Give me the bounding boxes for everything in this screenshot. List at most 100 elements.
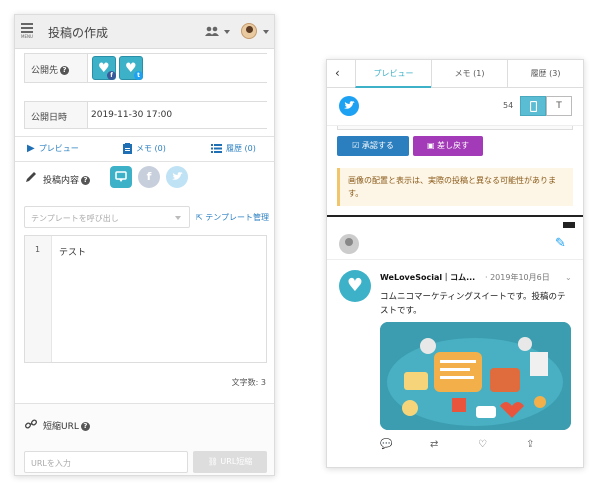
chevron-down-icon[interactable] bbox=[263, 30, 269, 34]
tab-history[interactable]: 履歴 (3) bbox=[507, 60, 583, 88]
short-url-label-wrap: 短縮URL? bbox=[43, 419, 90, 432]
clipboard-icon bbox=[123, 143, 132, 154]
tweet-text: コムニコマーケティングスイートです。投稿のテストです。 bbox=[380, 292, 566, 316]
short-url-section: 短縮URL? URLを入力 ⛓ URL短縮 bbox=[15, 403, 274, 475]
tab-history[interactable]: 履歴 (0) bbox=[211, 143, 256, 154]
share-icon: ⇪ bbox=[526, 439, 535, 450]
destination-label: 公開先 bbox=[31, 66, 59, 76]
tab-preview-label: プレビュー bbox=[38, 144, 79, 153]
approve-button[interactable]: ☑ 承認する bbox=[337, 136, 409, 156]
publish-date-label: 公開日時 bbox=[31, 113, 68, 123]
avatar bbox=[339, 234, 359, 254]
text-view-button[interactable]: T bbox=[546, 96, 572, 116]
help-icon[interactable]: ? bbox=[81, 176, 91, 185]
reply-icon: 💬 bbox=[380, 439, 393, 450]
character-count: 54 bbox=[503, 101, 514, 110]
avatar[interactable] bbox=[241, 23, 257, 39]
post-text-editor[interactable]: 1 テスト bbox=[24, 235, 267, 363]
reject-button[interactable]: ▣ 差し戻す bbox=[413, 136, 483, 156]
page-title: 投稿の作成 bbox=[48, 26, 109, 40]
url-shorten-label: URL短縮 bbox=[220, 457, 253, 466]
heart-icon: ♥ bbox=[346, 275, 364, 296]
facebook-icon: f bbox=[146, 170, 152, 183]
play-icon: ▶ bbox=[27, 143, 35, 154]
reject-label: 差し戻す bbox=[437, 141, 470, 150]
sns-tab-facebook[interactable]: f bbox=[138, 166, 160, 188]
template-manage-label: テンプレート管理 bbox=[205, 213, 270, 222]
preview-tabs: ‹ プレビュー メモ (1) 履歴 (3) bbox=[327, 60, 583, 88]
template-manage-link[interactable]: ⇱ テンプレート管理 bbox=[196, 212, 269, 223]
menu-icon[interactable]: MENU bbox=[21, 23, 37, 41]
char-count: 文字数: 3 bbox=[231, 378, 266, 387]
sns-tab-twitter[interactable] bbox=[166, 166, 188, 188]
preview-panel: ‹ プレビュー メモ (1) 履歴 (3) 54 T ☑ 承認する ▣ 差し戻す… bbox=[326, 59, 584, 468]
publish-date-field[interactable]: 2019-11-30 17:00 bbox=[87, 102, 267, 128]
chevron-down-icon bbox=[175, 216, 181, 220]
url-input[interactable]: URLを入力 bbox=[24, 451, 188, 473]
tab-preview[interactable]: ▶ プレビュー bbox=[27, 143, 79, 154]
tab-history-label: 履歴 (0) bbox=[226, 144, 256, 153]
link-icon: ⛓ bbox=[207, 457, 218, 466]
editor-tabs: ▶ プレビュー メモ (0) 履歴 (0) bbox=[15, 136, 274, 162]
menu-label: MENU bbox=[21, 34, 33, 39]
chevron-down-icon: ⌄ bbox=[565, 273, 572, 282]
battery-icon bbox=[563, 222, 575, 228]
mobile-view-button[interactable] bbox=[520, 96, 546, 116]
short-url-label: 短縮URL bbox=[43, 422, 79, 432]
like-icon: ♡ bbox=[478, 439, 487, 450]
facebook-icon: f bbox=[107, 71, 116, 80]
destination-field[interactable]: ♥ f ♥ t bbox=[87, 54, 267, 82]
tab-memo-label: メモ (0) bbox=[136, 144, 166, 153]
list-icon bbox=[211, 144, 222, 153]
help-icon[interactable]: ? bbox=[60, 66, 70, 75]
twitter-header: ✎ bbox=[327, 230, 583, 260]
tweet-avatar: ♥ bbox=[339, 270, 371, 302]
phone-divider bbox=[327, 215, 583, 217]
chevron-down-icon[interactable] bbox=[224, 30, 230, 34]
content-label-wrap: 投稿内容? bbox=[43, 173, 91, 186]
url-shorten-button[interactable]: ⛓ URL短縮 bbox=[193, 451, 267, 473]
account-twitter[interactable]: ♥ t bbox=[119, 56, 143, 80]
tweet-actions: 💬 ⇄ ♡ ⇪ bbox=[380, 439, 570, 453]
preview-strip bbox=[337, 126, 573, 130]
external-link-icon: ⇱ bbox=[196, 213, 203, 222]
tweet-date: · 2019年10月6日 bbox=[485, 273, 550, 282]
check-icon: ☑ bbox=[352, 141, 360, 150]
twitter-icon[interactable] bbox=[339, 96, 359, 116]
return-icon: ▣ bbox=[426, 141, 435, 150]
twitter-icon: t bbox=[134, 71, 143, 80]
destination-row: 公開先? ♥ f ♥ t bbox=[24, 53, 267, 83]
warning-message: 画像の配置と表示は、実際の投稿と異なる可能性があります。 bbox=[337, 168, 573, 206]
approve-label: 承認する bbox=[361, 141, 394, 150]
pencil-icon bbox=[26, 172, 36, 182]
help-icon[interactable]: ? bbox=[80, 422, 90, 431]
template-select[interactable]: テンプレートを呼び出し bbox=[24, 206, 190, 228]
twitter-bird-icon bbox=[171, 172, 183, 180]
content-label: 投稿内容 bbox=[43, 176, 80, 186]
tweet-image bbox=[380, 322, 571, 430]
preview-toolbar: 54 T bbox=[327, 88, 583, 126]
publish-date-row: 公開日時 2019-11-30 17:00 bbox=[24, 101, 267, 129]
destination-label-wrap: 公開先? bbox=[31, 63, 70, 76]
sns-tab-common[interactable] bbox=[110, 166, 132, 188]
tab-memo[interactable]: メモ (1) bbox=[431, 60, 507, 88]
editor-text[interactable]: テスト bbox=[59, 245, 86, 258]
retweet-icon: ⇄ bbox=[430, 439, 439, 450]
link-icon bbox=[25, 419, 37, 429]
template-placeholder: テンプレートを呼び出し bbox=[31, 214, 119, 223]
comment-icon bbox=[115, 171, 127, 182]
tab-preview[interactable]: プレビュー bbox=[355, 60, 431, 88]
tab-memo[interactable]: メモ (0) bbox=[123, 143, 166, 154]
mobile-icon bbox=[529, 100, 537, 113]
content-row: 投稿内容? f bbox=[15, 163, 274, 193]
line-gutter: 1 bbox=[25, 236, 52, 362]
compose-icon: ✎ bbox=[555, 236, 566, 251]
post-editor-panel: MENU 投稿の作成 公開先? ♥ f ♥ t 公開日時 2019-11-30 … bbox=[14, 14, 275, 476]
account-facebook[interactable]: ♥ f bbox=[92, 56, 116, 80]
users-icon[interactable] bbox=[205, 26, 219, 36]
tweet-author: WeLoveSocial｜コム... bbox=[380, 273, 476, 282]
chevron-left-icon[interactable]: ‹ bbox=[335, 66, 340, 80]
editor-header: MENU 投稿の作成 bbox=[15, 15, 274, 49]
url-placeholder: URLを入力 bbox=[31, 459, 71, 468]
line-number: 1 bbox=[35, 245, 41, 254]
